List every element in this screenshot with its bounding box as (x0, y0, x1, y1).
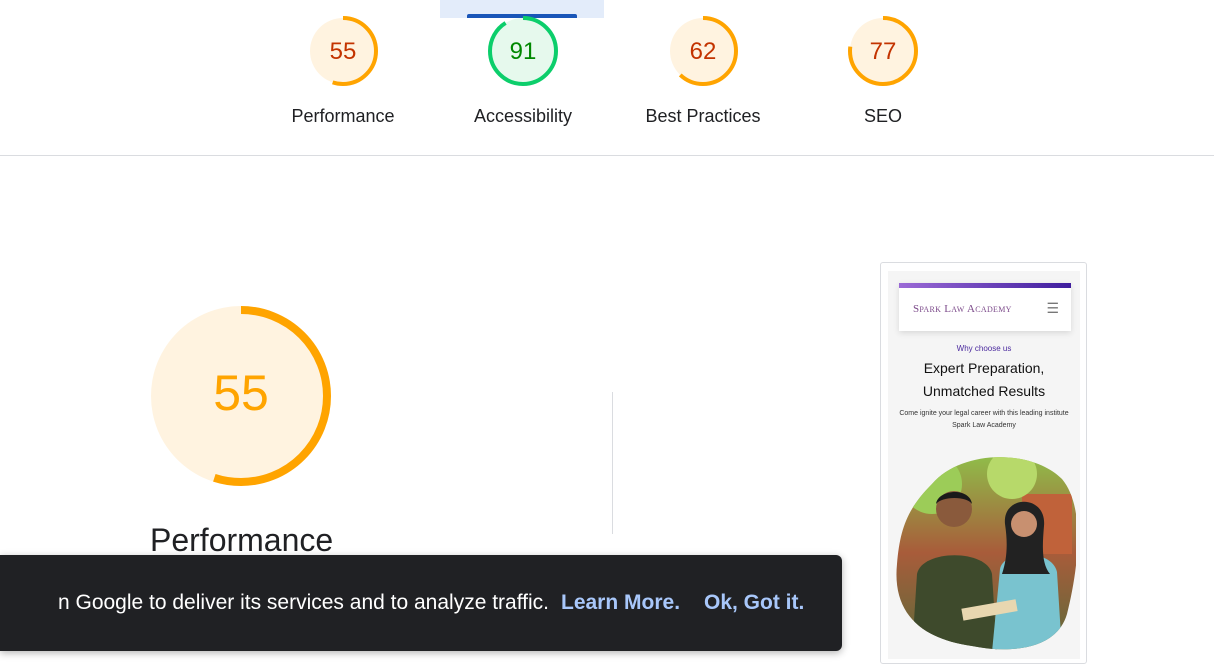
page-preview: Spark Law Academy ☰ Why choose us Expert… (888, 271, 1080, 659)
preview-students-photo (896, 457, 1076, 650)
seo-label: SEO (863, 106, 902, 126)
preview-eyebrow: Why choose us (956, 344, 1012, 353)
seo-gauge-ring: 77 (848, 16, 918, 86)
gauge-performance[interactable]: 55 Performance (273, 14, 413, 127)
best-practices-gauge-ring: 62 (668, 16, 738, 86)
accessibility-label: Accessibility (473, 106, 573, 126)
preview-body-line-1: Come ignite your legal career with this … (899, 410, 1069, 417)
gauge-seo[interactable]: 77 SEO (813, 14, 953, 127)
hamburger-menu-icon: ☰ (1046, 300, 1059, 316)
preview-headline-line-2: Unmatched Results (922, 383, 1046, 399)
preview-brand-logo: Spark Law Academy (913, 303, 1012, 315)
performance-score: 55 (330, 38, 357, 65)
preview-headline: Expert Preparation, Unmatched Results (898, 357, 1070, 403)
final-screenshot-thumbnail[interactable]: Spark Law Academy ☰ Why choose us Expert… (880, 262, 1087, 664)
preview-body-line-2: Spark Law Academy (952, 422, 1016, 429)
cookie-consent-toast: n Google to deliver its services and to … (0, 555, 842, 651)
performance-heading: Performance (150, 522, 334, 558)
performance-large-gauge-ring: 55 (151, 306, 331, 486)
gauge-accessibility[interactable]: 91 Accessibility (453, 14, 593, 127)
accessibility-score: 91 (510, 38, 537, 65)
score-gauges-bar: 55 Performance 91 Accessibility 62 Best … (0, 0, 1214, 156)
preview-navbar: Spark Law Academy ☰ (899, 283, 1071, 331)
performance-gauge-ring: 55 (308, 16, 378, 86)
performance-large-score: 55 (213, 365, 269, 421)
gauge-best-practices[interactable]: 62 Best Practices (633, 14, 773, 127)
ok-got-it-button[interactable]: Ok, Got it. (704, 591, 804, 615)
preview-navbar-accent (899, 283, 1071, 288)
accessibility-gauge-ring: 91 (488, 16, 558, 86)
best-practices-label: Best Practices (645, 106, 761, 126)
performance-large-gauge: 55 (145, 300, 337, 492)
preview-headline-line-1: Expert Preparation, (923, 360, 1045, 376)
cookie-message: n Google to deliver its services and to … (57, 591, 549, 614)
learn-more-link[interactable]: Learn More. (561, 591, 680, 615)
performance-label: Performance (291, 106, 395, 126)
vertical-divider (612, 392, 613, 534)
preview-body-text: Come ignite your legal career with this … (894, 408, 1074, 432)
best-practices-score: 62 (690, 38, 717, 65)
seo-score: 77 (870, 38, 897, 65)
